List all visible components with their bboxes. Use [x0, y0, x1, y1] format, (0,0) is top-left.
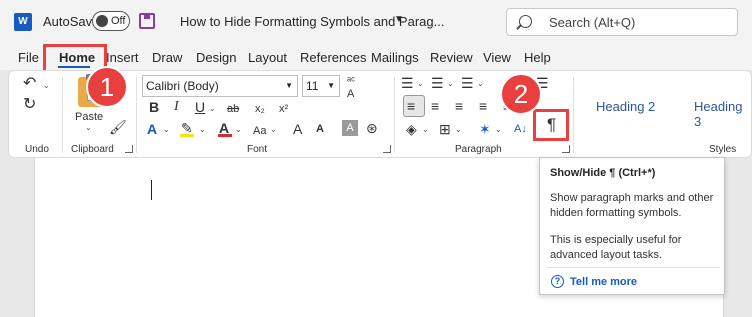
sort-icon[interactable]: A↓ [514, 121, 527, 137]
autosave-label: AutoSave [43, 14, 100, 29]
asian-layout-icon[interactable]: ✶ [479, 121, 491, 137]
tooltip-text-line: Show paragraph marks and other [550, 192, 714, 204]
bold-icon[interactable]: B [149, 99, 159, 115]
search-icon [519, 15, 532, 28]
change-case-dropdown[interactable]: ⌄ [270, 125, 277, 134]
underline-icon[interactable]: U [195, 99, 205, 115]
tab-draw[interactable]: Draw [152, 50, 182, 65]
tab-design[interactable]: Design [196, 50, 236, 65]
search-placeholder: Search (Alt+Q) [549, 15, 636, 30]
superscript-icon[interactable]: x² [279, 101, 288, 117]
search-input[interactable]: Search (Alt+Q) [506, 8, 738, 36]
undo-dropdown[interactable]: ⌄ [43, 81, 50, 90]
autosave-toggle[interactable]: Off [92, 11, 130, 31]
tab-review[interactable]: Review [430, 50, 473, 65]
divider [62, 77, 63, 153]
chevron-down-icon[interactable]: ▼ [394, 14, 404, 25]
callout-badge-2: 2 [500, 73, 542, 115]
divider [136, 77, 137, 153]
tab-references[interactable]: References [300, 50, 366, 65]
callout-badge-1: 1 [86, 66, 128, 108]
font-color-bar [218, 134, 232, 137]
bullets-dropdown[interactable]: ⌄ [417, 79, 424, 88]
autosave-state: Off [111, 15, 126, 27]
group-label-undo: Undo [25, 144, 49, 155]
tooltip-text-line: This is especially useful for [550, 234, 682, 246]
font-size-value: 11 [306, 79, 319, 93]
font-launcher-icon[interactable] [383, 145, 391, 153]
italic-icon[interactable]: I [174, 99, 179, 115]
multilevel-list-icon[interactable]: ☰ [461, 75, 474, 91]
show-hide-button[interactable]: ¶ [533, 109, 569, 141]
tab-view[interactable]: View [483, 50, 511, 65]
divider [394, 77, 395, 153]
font-size-select[interactable]: 11 ▼ [302, 75, 340, 97]
justify-icon[interactable]: ≡ [479, 98, 487, 114]
tooltip-divider [546, 267, 720, 268]
group-label-font: Font [247, 144, 268, 155]
redo-icon[interactable]: ↻ [23, 97, 36, 113]
group-label-clipboard: Clipboard [71, 144, 114, 155]
toggle-knob [96, 15, 108, 27]
tab-file[interactable]: File [18, 50, 39, 65]
font-size-shrink-icon[interactable]: A [316, 121, 324, 137]
font-size-grow-icon[interactable]: A [293, 121, 302, 137]
strikethrough-icon[interactable]: ab [227, 101, 239, 117]
highlight-color-bar [180, 134, 194, 137]
pilcrow-icon: ¶ [547, 115, 557, 134]
style-heading-2[interactable]: Heading 2 [596, 99, 655, 114]
tooltip-title: Show/Hide ¶ (Ctrl+*) [550, 167, 656, 179]
clipboard-launcher-icon[interactable] [125, 145, 133, 153]
tab-layout[interactable]: Layout [248, 50, 287, 65]
align-left-icon[interactable]: ≡ [407, 98, 415, 114]
chevron-down-icon: ▼ [285, 81, 293, 90]
font-name-value: Calibri (Body) [146, 79, 219, 93]
group-label-paragraph: Paragraph [455, 144, 502, 155]
shading-icon[interactable]: ◈ [406, 121, 417, 137]
show-hide-tooltip: Show/Hide ¶ (Ctrl+*) Show paragraph mark… [539, 157, 725, 295]
shading-dropdown[interactable]: ⌄ [422, 125, 429, 134]
tab-mailings[interactable]: Mailings [371, 50, 419, 65]
tooltip-text-line: advanced layout tasks. [550, 249, 662, 261]
divider [573, 77, 574, 153]
document-title[interactable]: How to Hide Formatting Symbols and Parag… [180, 14, 444, 29]
multilevel-dropdown[interactable]: ⌄ [477, 79, 484, 88]
tab-help[interactable]: Help [524, 50, 551, 65]
numbering-icon[interactable]: ☰ [431, 75, 444, 91]
paragraph-launcher-icon[interactable] [562, 145, 570, 153]
text-effects-dropdown[interactable]: ⌄ [163, 125, 170, 134]
clear-format-icon[interactable]: A [347, 86, 354, 102]
tab-insert[interactable]: Insert [106, 50, 139, 65]
title-bar: W AutoSave Off How to Hide Formatting Sy… [0, 0, 752, 44]
word-logo-icon: W [14, 13, 32, 31]
group-label-styles: Styles [709, 144, 737, 155]
save-icon[interactable] [139, 13, 155, 29]
borders-icon[interactable]: ⊞ [439, 121, 451, 137]
font-color-dropdown[interactable]: ⌄ [235, 125, 242, 134]
numbering-dropdown[interactable]: ⌄ [447, 79, 454, 88]
paste-dropdown[interactable]: ⌄ [85, 123, 92, 132]
align-right-icon[interactable]: ≡ [455, 98, 463, 114]
character-shading-icon[interactable]: A [342, 120, 358, 136]
subscript-icon[interactable]: x₂ [255, 101, 265, 117]
format-painter-icon[interactable]: 🖌 [109, 119, 127, 135]
asian-layout-dropdown[interactable]: ⌄ [495, 125, 502, 134]
help-icon[interactable]: ? [551, 275, 564, 288]
tell-me-more-link[interactable]: Tell me more [570, 276, 637, 288]
undo-icon[interactable]: ↶ [23, 76, 36, 92]
underline-dropdown[interactable]: ⌄ [209, 104, 216, 113]
borders-dropdown[interactable]: ⌄ [455, 125, 462, 134]
chevron-down-icon: ▼ [327, 81, 335, 90]
align-center-icon[interactable]: ≡ [431, 98, 439, 114]
tooltip-text-line: hidden formatting symbols. [550, 207, 682, 219]
bullets-icon[interactable]: ☰ [401, 75, 414, 91]
change-case-icon[interactable]: Aa [253, 123, 266, 139]
text-cursor [151, 180, 152, 200]
style-heading-3[interactable]: Heading 3 [694, 99, 751, 129]
highlight-dropdown[interactable]: ⌄ [199, 125, 206, 134]
enclose-characters-icon[interactable]: ⊛ [366, 120, 378, 136]
text-effects-icon[interactable]: A [147, 121, 157, 137]
font-name-select[interactable]: Calibri (Body) ▼ [142, 75, 298, 97]
